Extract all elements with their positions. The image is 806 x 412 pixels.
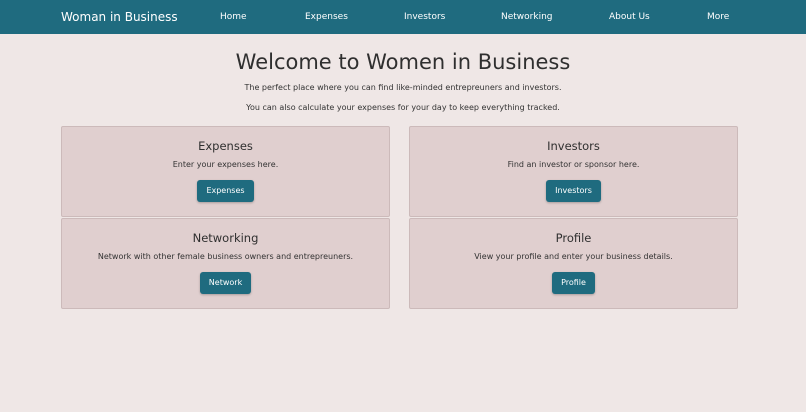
card-text: Enter your expenses here.: [172, 160, 279, 169]
nav-home[interactable]: Home: [220, 12, 247, 22]
profile-card: Profile View your profile and enter your…: [409, 218, 738, 309]
nav-more[interactable]: More: [707, 12, 729, 22]
nav-networking[interactable]: Networking: [501, 12, 553, 22]
network-button[interactable]: Network: [199, 272, 252, 294]
card-title: Investors: [547, 139, 600, 153]
expenses-button[interactable]: Expenses: [197, 180, 254, 202]
hero-section: Welcome to Women in Business The perfect…: [0, 34, 806, 112]
card-text: Find an investor or sponsor here.: [507, 160, 640, 169]
expenses-card: Expenses Enter your expenses here. Expen…: [61, 126, 390, 217]
card-text: View your profile and enter your busines…: [474, 252, 673, 261]
card-title: Profile: [555, 231, 592, 245]
networking-card: Networking Network with other female bus…: [61, 218, 390, 309]
page-title: Welcome to Women in Business: [235, 50, 571, 74]
investors-button[interactable]: Investors: [546, 180, 601, 202]
card-title: Networking: [192, 231, 259, 245]
profile-button[interactable]: Profile: [552, 272, 595, 294]
card-title: Expenses: [198, 139, 253, 153]
hero-description-2: You can also calculate your expenses for…: [246, 103, 560, 112]
nav-expenses[interactable]: Expenses: [305, 12, 348, 22]
investors-card: Investors Find an investor or sponsor he…: [409, 126, 738, 217]
top-navbar: Woman in Business Home Expenses Investor…: [0, 0, 806, 34]
card-text: Network with other female business owner…: [97, 252, 354, 261]
brand-link[interactable]: Woman in Business: [61, 10, 211, 24]
nav-about-us[interactable]: About Us: [609, 12, 650, 22]
nav-investors[interactable]: Investors: [404, 12, 445, 22]
hero-description-1: The perfect place where you can find lik…: [244, 83, 562, 92]
